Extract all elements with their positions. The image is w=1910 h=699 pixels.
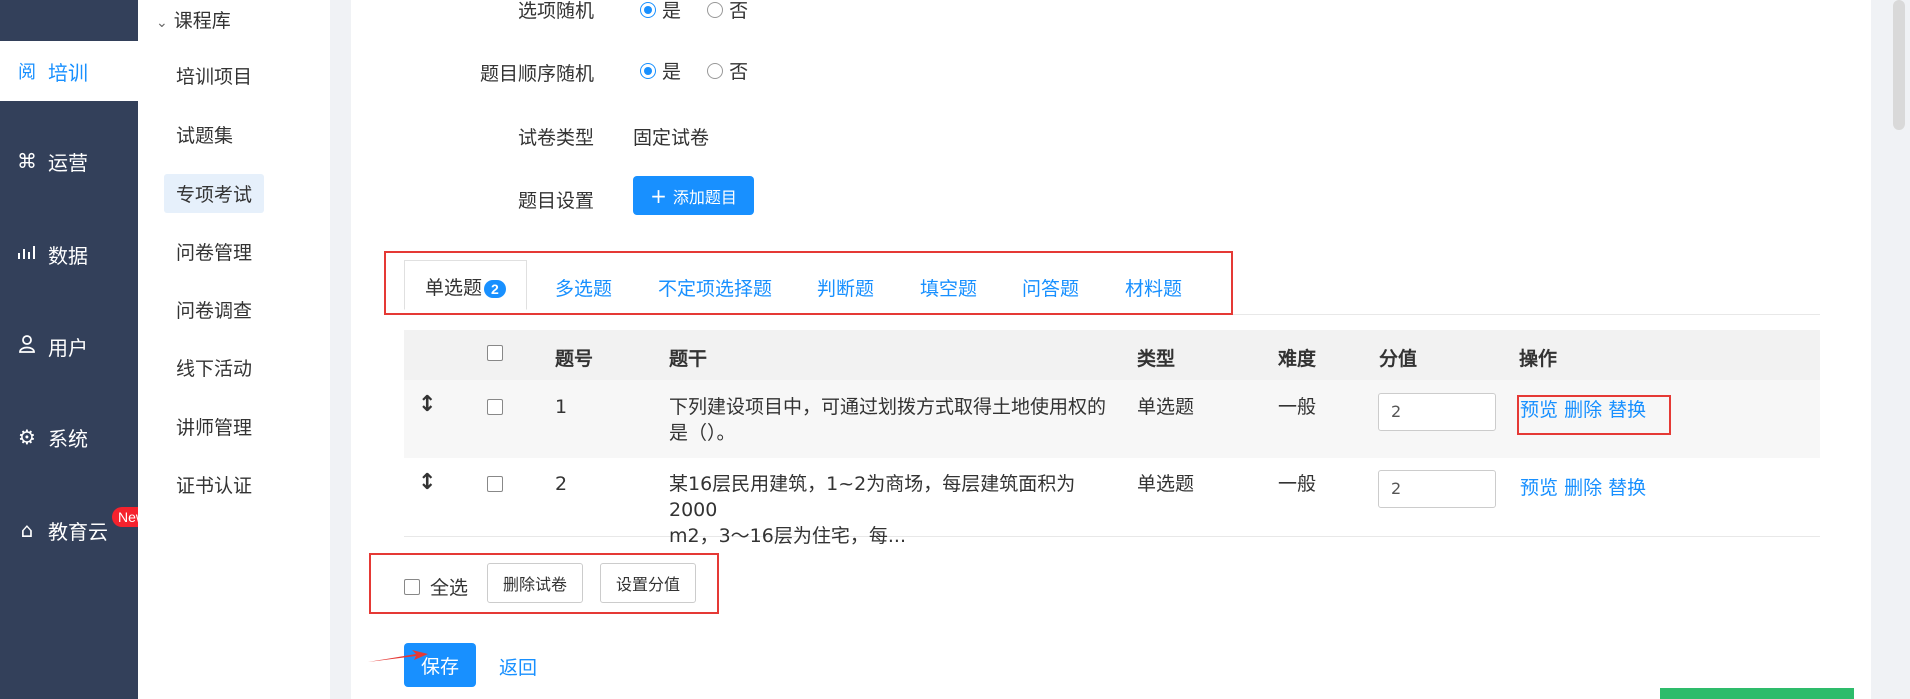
question-setting-label: 题目设置	[517, 190, 594, 212]
col-header-stem: 题干	[669, 348, 708, 370]
paper-type-label: 试卷类型	[517, 127, 594, 149]
sidebar-item-label: 教育云	[48, 519, 108, 544]
col-header-difficulty: 难度	[1278, 348, 1317, 370]
option-random-group: 是 否	[640, 0, 768, 23]
col-header-score: 分值	[1379, 348, 1418, 370]
option-random-no-radio[interactable]	[707, 1, 724, 18]
back-link[interactable]: 返回	[499, 653, 537, 680]
actions-highlight-box	[1517, 395, 1671, 435]
tabs-highlight-box	[384, 251, 1233, 315]
row-stem: 下列建设项目中，可通过划拨方式取得土地使用权的 是（）。	[669, 396, 1107, 444]
row-select-checkbox[interactable]	[487, 476, 503, 492]
question-random-no-radio[interactable]	[707, 62, 724, 79]
submenu-item-certificate[interactable]: 证书认证	[176, 471, 252, 498]
cloud-home-icon: ⌂	[20, 518, 34, 542]
sidebar-item-label: 运营	[48, 150, 88, 175]
row-difficulty: 一般	[1278, 396, 1317, 418]
bulk-actions-highlight-box	[369, 553, 719, 614]
row-stem: 某16层民用建筑，1~2为商场，每层建筑面积为2000 m2，3～16层为住宅，…	[669, 473, 1076, 547]
score-input[interactable]: 2	[1378, 393, 1496, 431]
sidebar-item-label: 系统	[48, 426, 88, 451]
row-difficulty: 一般	[1278, 473, 1317, 495]
main-sidebar: 阅 培训 ⌘ 运营 数据 用户 ⚙ 系统 ⌂ 教育云	[0, 0, 138, 699]
submenu-item-question-set[interactable]: 试题集	[176, 121, 233, 148]
score-input[interactable]: 2	[1378, 470, 1496, 508]
submenu-item-offline-activity[interactable]: 线下活动	[176, 354, 252, 381]
option-random-label: 选项随机	[517, 0, 594, 22]
paper-type-value: 固定试卷	[633, 127, 710, 149]
sidebar-item-data[interactable]: 数据	[0, 224, 138, 284]
secondary-menu: ⌄ 课程库 培训项目 试题集 专项考试 问卷管理 问卷调查 线下活动 讲师管理 …	[138, 0, 330, 699]
replace-link[interactable]: 替换	[1608, 477, 1646, 499]
user-icon	[14, 334, 40, 359]
operation-icon: ⌘	[17, 149, 37, 173]
submenu-item-survey[interactable]: 问卷调查	[176, 296, 252, 323]
annotation-arrow-icon	[368, 650, 428, 662]
gear-icon: ⚙	[18, 425, 36, 449]
submenu-group-header[interactable]: ⌄ 课程库	[156, 6, 231, 33]
option-random-yes-radio[interactable]	[640, 1, 656, 18]
row-select-checkbox[interactable]	[487, 399, 503, 415]
chart-icon	[14, 242, 40, 266]
row-no: 2	[555, 473, 568, 495]
sidebar-item-training[interactable]: 阅 培训	[0, 41, 138, 101]
question-random-group: 是 否	[640, 57, 768, 84]
preview-link[interactable]: 预览	[1520, 477, 1558, 499]
scrollbar[interactable]	[1893, 0, 1905, 130]
training-icon: 阅	[18, 62, 36, 83]
sidebar-item-label: 培训	[48, 60, 88, 85]
question-random-yes-radio[interactable]	[640, 62, 656, 79]
row-no: 1	[555, 396, 568, 418]
row-actions: 预览 删除 替换	[1520, 473, 1646, 500]
submenu-item-special-exam[interactable]: 专项考试	[164, 174, 265, 213]
header-select-checkbox[interactable]	[487, 345, 503, 361]
row-type: 单选题	[1137, 396, 1195, 418]
submenu-item-survey-manage[interactable]: 问卷管理	[176, 238, 252, 265]
delete-link[interactable]: 删除	[1564, 477, 1602, 499]
add-question-button[interactable]: + 添加题目	[633, 176, 754, 215]
table-header	[404, 330, 1820, 380]
drag-handle-icon[interactable]: ↕	[418, 392, 436, 417]
col-header-type: 类型	[1137, 348, 1176, 370]
row-type: 单选题	[1137, 473, 1195, 495]
question-random-label: 题目顺序随机	[479, 63, 594, 85]
sidebar-item-label: 用户	[48, 335, 88, 360]
plus-icon: +	[650, 183, 667, 208]
sidebar-item-system[interactable]: ⚙ 系统	[0, 407, 138, 467]
chevron-down-icon: ⌄	[156, 15, 168, 31]
col-header-actions: 操作	[1519, 348, 1558, 370]
submenu-item-lecturer[interactable]: 讲师管理	[176, 413, 252, 440]
sidebar-item-label: 数据	[48, 243, 88, 268]
submenu-item-training-project[interactable]: 培训项目	[176, 62, 252, 89]
drag-handle-icon[interactable]: ↕	[418, 470, 436, 495]
col-header-no: 题号	[555, 348, 594, 370]
sidebar-item-user[interactable]: 用户	[0, 316, 138, 376]
sidebar-item-operation[interactable]: ⌘ 运营	[0, 131, 138, 191]
floating-green-bar	[1660, 688, 1854, 699]
